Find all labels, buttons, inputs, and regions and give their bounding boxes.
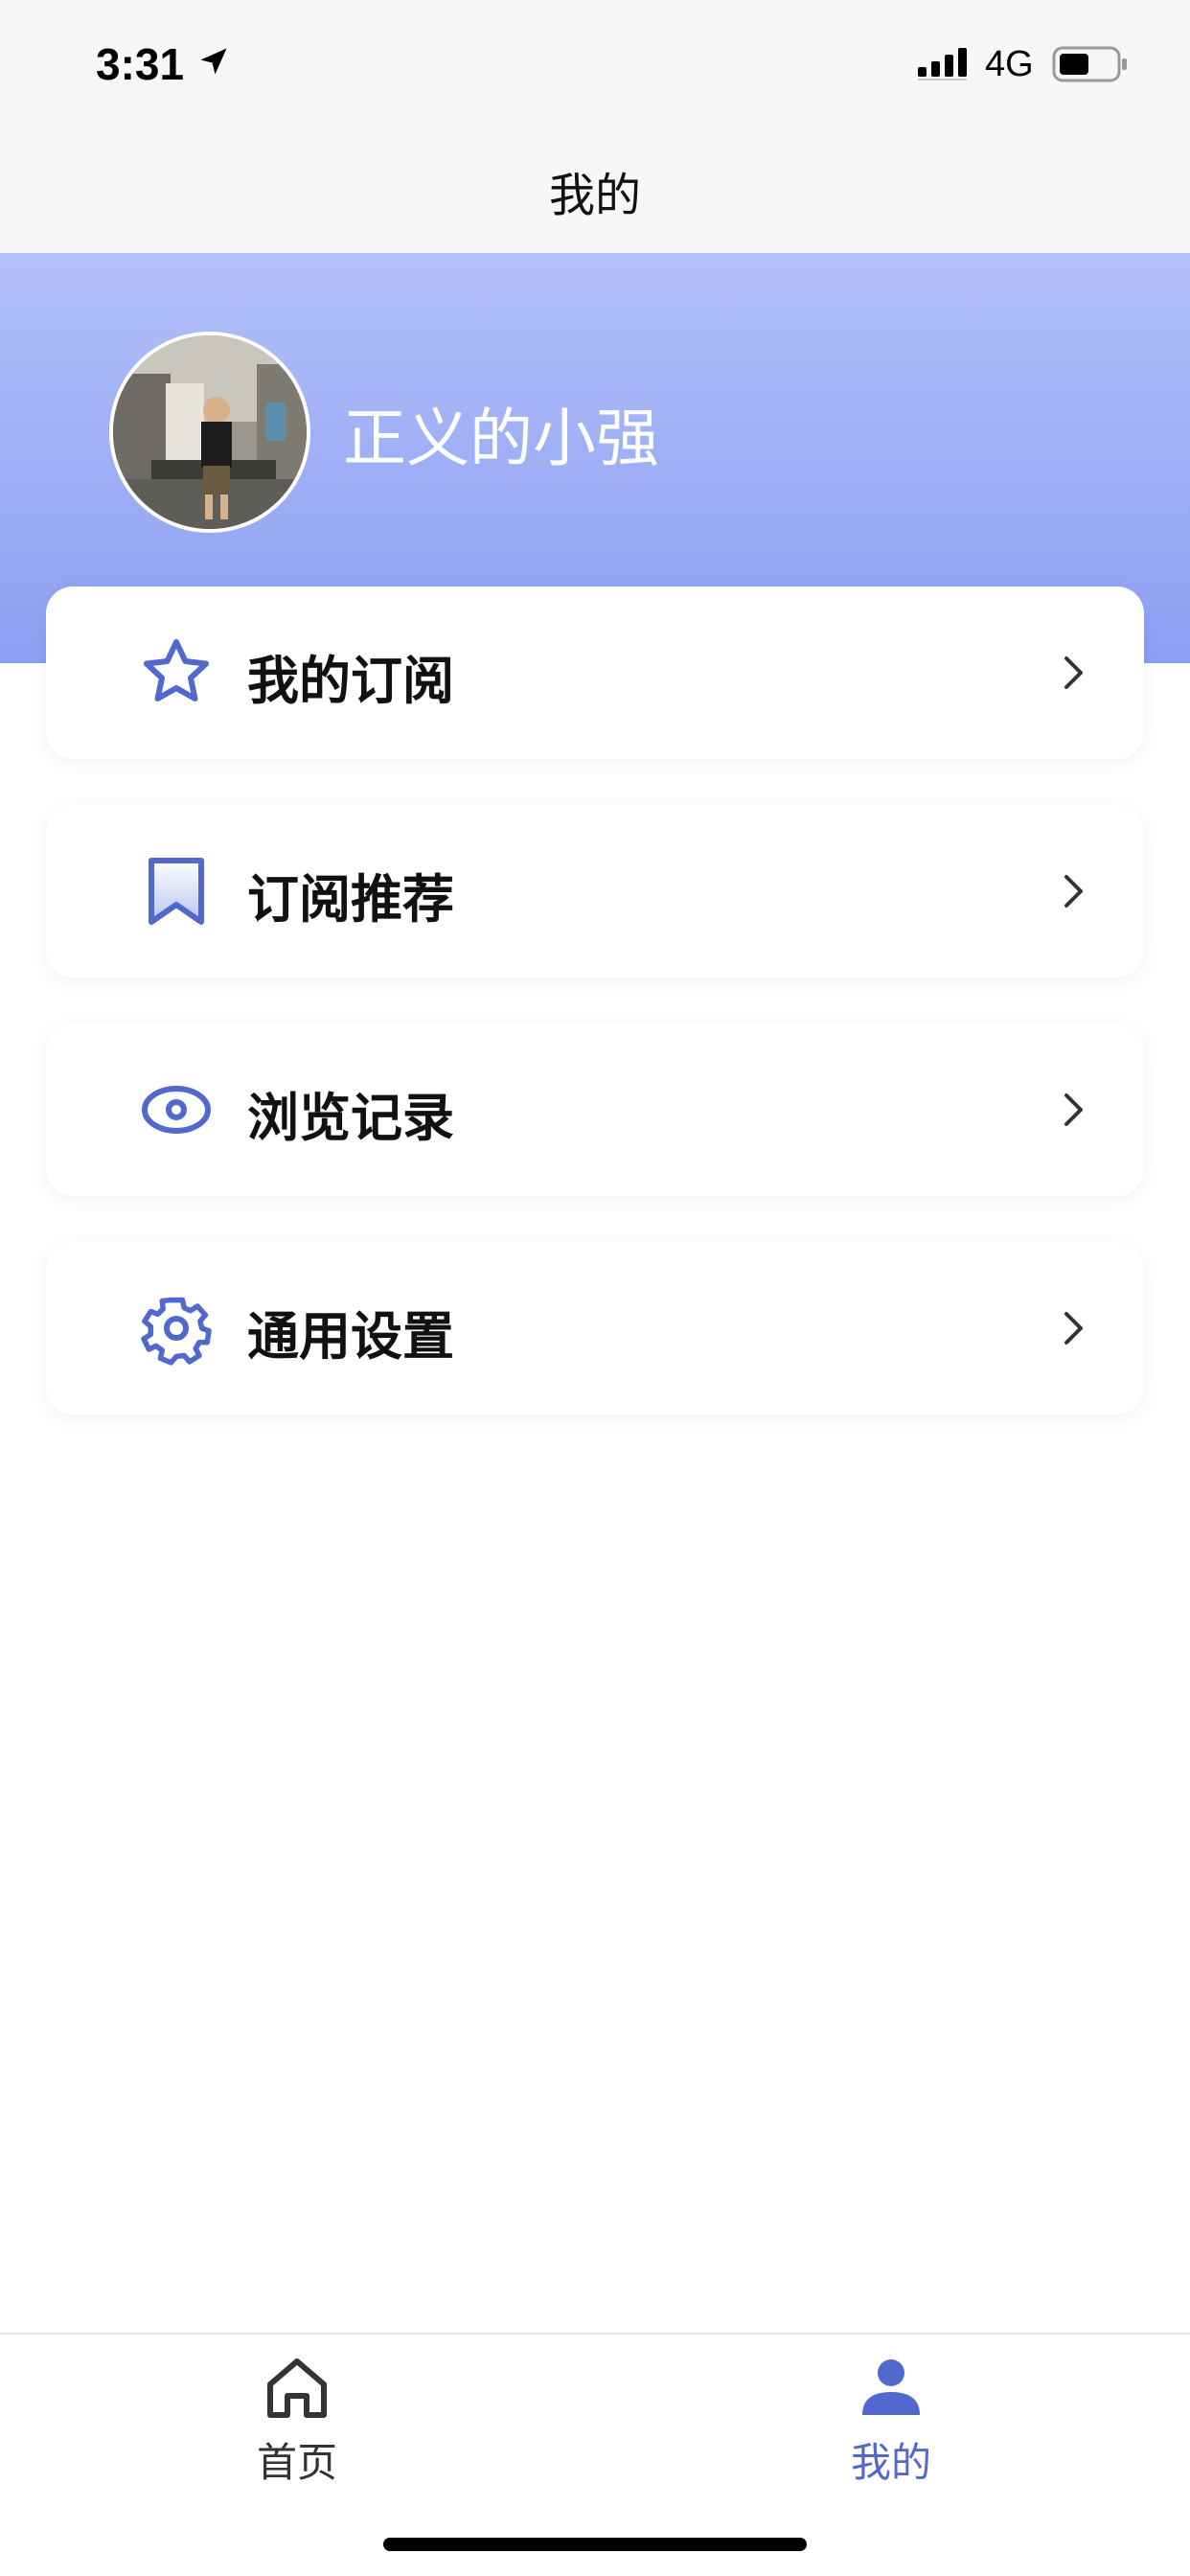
location-arrow-icon — [200, 48, 227, 75]
menu-item-general-settings[interactable]: 通用设置 — [46, 1242, 1144, 1414]
menu-item-label: 我的订阅 — [247, 651, 454, 711]
screen: 3:31 4G 我的 正义的小强 我的订阅 订阅推荐 浏览记录 通用设置 首页 … — [0, 0, 1190, 2576]
menu-item-label: 订阅推荐 — [247, 869, 454, 930]
tab-label: 我的 — [850, 2439, 931, 2486]
chevron-right-icon — [1064, 656, 1083, 689]
star-icon — [144, 639, 209, 702]
home-indicator[interactable] — [383, 2538, 807, 2551]
menu-item-browsing-history[interactable]: 浏览记录 — [46, 1024, 1144, 1196]
eye-icon — [142, 1086, 211, 1134]
battery-icon — [1052, 46, 1127, 82]
status-time: 3:31 — [96, 39, 185, 89]
chevron-right-icon — [1064, 1312, 1083, 1345]
username: 正义的小强 — [343, 402, 659, 475]
avatar-photo — [113, 335, 307, 529]
page-title: 我的 — [548, 169, 641, 222]
menu-item-my-subscriptions[interactable]: 我的订阅 — [46, 586, 1144, 759]
network-type: 4G — [985, 44, 1034, 84]
tab-mine[interactable]: 我的 — [795, 2354, 987, 2486]
chevron-right-icon — [1064, 875, 1083, 908]
gear-icon — [141, 1297, 212, 1366]
menu-item-subscription-recommendations[interactable]: 订阅推荐 — [46, 805, 1144, 978]
person-icon — [862, 2359, 920, 2415]
menu-item-label: 通用设置 — [247, 1306, 454, 1367]
home-icon — [267, 2358, 327, 2418]
tab-home[interactable]: 首页 — [201, 2354, 393, 2486]
signal-bars-icon — [918, 48, 967, 80]
avatar[interactable] — [109, 332, 310, 533]
nav-bar: 我的 — [0, 134, 1190, 253]
chevron-right-icon — [1064, 1093, 1083, 1126]
menu-item-label: 浏览记录 — [247, 1088, 454, 1148]
bookmark-icon — [149, 858, 204, 925]
tab-label: 首页 — [256, 2439, 337, 2486]
status-bar: 3:31 4G — [0, 0, 1190, 134]
